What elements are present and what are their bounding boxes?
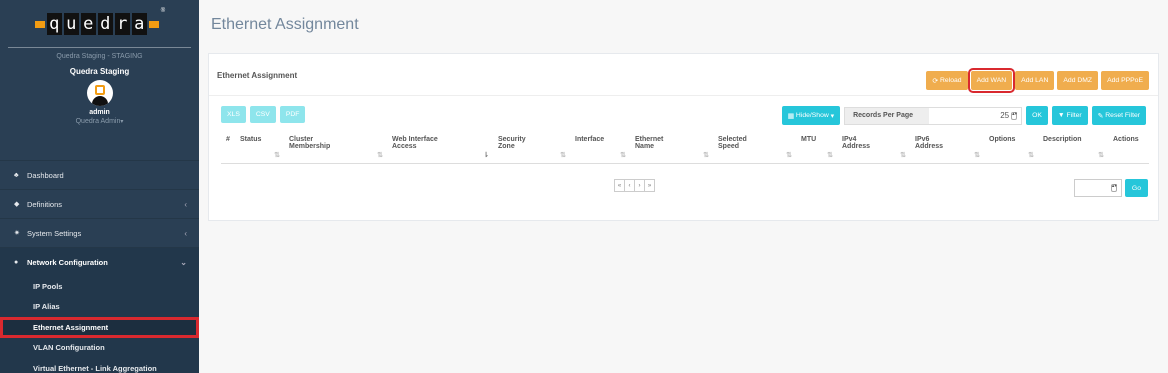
column-header-web-interface-access[interactable]: Web Interface Access ⇂ (387, 133, 493, 164)
sort-icon[interactable]: ⇅ (827, 151, 833, 159)
column-header-ipv6-address[interactable]: IPv6 Address ⇅ (910, 133, 984, 164)
column-header-security-zone[interactable]: Security Zone ⇅ (493, 133, 570, 164)
sidebar-item-vlan-configuration[interactable]: VLAN Configuration (0, 338, 199, 359)
records-per-page-input[interactable]: 25 ▴▾ (929, 108, 1021, 124)
user-role-dropdown[interactable]: Quedra Admin▾ (0, 118, 199, 125)
ethernet-assignment-table: # Status ⇅ Cluster Membership ⇅ Web Interfa… (221, 133, 1149, 164)
ethernet-assignment-panel: Ethernet Assignment ⟳ Reload Add WAN Add… (208, 53, 1159, 221)
column-header-options[interactable]: Options ⇅ (984, 133, 1038, 164)
sort-icon[interactable]: ⇅ (560, 151, 566, 159)
divider (8, 47, 191, 48)
main-content: Ethernet Assignment Ethernet Assignment … (199, 0, 1168, 373)
sort-icon[interactable]: ⇅ (786, 151, 792, 159)
last-page-button[interactable]: » (644, 179, 655, 192)
chevron-down-icon: ⌄ (180, 257, 187, 267)
sort-icon[interactable]: ⇅ (1098, 151, 1104, 159)
column-header-ethernet-name[interactable]: Ethernet Name ⇅ (630, 133, 713, 164)
goto-page-input[interactable]: ▴▾ (1073, 179, 1122, 197)
sidebar-item-system-settings[interactable]: ✷ System Settings ‹ (0, 218, 199, 247)
sidebar-item-dashboard[interactable]: ♣ Dashboard (0, 160, 199, 189)
caret-down-icon: ▾ (828, 112, 835, 120)
sort-icon[interactable]: ⇅ (900, 151, 906, 159)
column-header-cluster-membership[interactable]: Cluster Membership ⇅ (284, 133, 387, 164)
page-title: Ethernet Assignment (211, 16, 359, 33)
avatar[interactable] (86, 80, 113, 106)
globe-icon: ● (14, 258, 19, 266)
table-toolbar: XLS CSV PDF ▦ Hide/Show ▾ Records Per Pa… (221, 106, 1146, 125)
sidebar-item-ip-alias[interactable]: IP Alias (0, 297, 199, 318)
sort-icon[interactable]: ⇅ (620, 151, 626, 159)
sort-icon[interactable]: ⇅ (703, 151, 709, 159)
sort-icon[interactable]: ⇅ (377, 151, 383, 159)
pagination: « ‹ › » (614, 179, 655, 192)
reload-button[interactable]: ⟳ Reload (926, 71, 968, 90)
export-csv-button[interactable]: CSV (249, 106, 276, 123)
network-configuration-submenu: IP Pools IP Alias Ethernet Assignment VL… (0, 276, 199, 373)
hide-show-button[interactable]: ▦ Hide/Show ▾ (781, 106, 841, 125)
chevron-left-icon: ‹ (184, 199, 187, 209)
column-header-status[interactable]: Status ⇅ (235, 133, 284, 164)
export-pdf-button[interactable]: PDF (279, 106, 306, 123)
sidebar-item-ip-pools[interactable]: IP Pools (0, 276, 199, 297)
add-wan-button[interactable]: Add WAN (967, 68, 1016, 93)
sort-icon[interactable]: ⇅ (1028, 151, 1034, 159)
filter-button[interactable]: ▼ Filter (1051, 106, 1088, 125)
filter-icon: ▼ (1057, 112, 1067, 119)
sidebar-menu: ♣ Dashboard ◆ Definitions ‹ ✷ System Set… (0, 160, 199, 373)
user-name: admin (89, 109, 110, 116)
column-header-actions[interactable]: Actions (1108, 133, 1149, 164)
panel-title: Ethernet Assignment (217, 71, 298, 80)
table-controls: ▦ Hide/Show ▾ Records Per Page 25 ▴▾ OK ▼… (781, 106, 1146, 125)
export-buttons: XLS CSV PDF (221, 106, 306, 123)
add-lan-button[interactable]: Add LAN (1015, 71, 1055, 90)
records-per-page-label: Records Per Page (845, 107, 930, 124)
dashboard-icon: ♣ (14, 171, 19, 179)
reset-filter-button[interactable]: ✎ Reset Filter (1091, 106, 1146, 125)
column-header-ipv4-address[interactable]: IPv4 Address ⇅ (837, 133, 910, 164)
sidebar-item-ethernet-assignment[interactable]: Ethernet Assignment (0, 317, 199, 338)
sort-icon[interactable]: ⇅ (274, 151, 280, 159)
sidebar-item-network-configuration[interactable]: ● Network Configuration ⌄ (0, 247, 199, 276)
records-per-page: Records Per Page 25 ▴▾ (844, 106, 1023, 125)
sort-ascending-icon[interactable]: ⇂ (483, 151, 489, 159)
cogs-icon: ✷ (14, 230, 20, 237)
spinner-icon[interactable]: ▴▾ (1110, 184, 1117, 192)
chevron-left-icon: ‹ (184, 228, 187, 238)
table-header-row: # Status ⇅ Cluster Membership ⇅ Web Interfa… (221, 133, 1149, 164)
go-button[interactable]: Go (1124, 179, 1148, 197)
column-header-mtu[interactable]: MTU ⇅ (796, 133, 837, 164)
caret-down-icon: ▾ (120, 119, 124, 125)
column-header-description[interactable]: Description ⇅ (1038, 133, 1108, 164)
column-header-selected-speed[interactable]: Selected Speed ⇅ (713, 133, 796, 164)
goto-page: ▴▾ Go (1073, 179, 1148, 197)
header-button-group: ⟳ Reload Add WAN Add LAN Add DMZ Add PPP… (926, 68, 1149, 93)
refresh-icon: ⟳ (932, 77, 941, 85)
sidebar-item-definitions[interactable]: ◆ Definitions ‹ (0, 189, 199, 218)
quedra-logo[interactable]: q u e d r a ® (34, 8, 165, 38)
column-header-index[interactable]: # (221, 133, 235, 164)
sort-icon[interactable]: ⇅ (974, 151, 980, 159)
column-header-interface[interactable]: Interface ⇅ (570, 133, 630, 164)
organization-name: Quedra Staging (69, 67, 130, 76)
columns-icon: ▦ (787, 112, 796, 120)
panel-header: Ethernet Assignment ⟳ Reload Add WAN Add… (209, 54, 1158, 96)
spinner-icon[interactable]: ▴▾ (1011, 111, 1017, 120)
pencil-icon: ✎ (1097, 112, 1106, 120)
tag-icon: ◆ (14, 201, 20, 208)
logo-area: q u e d r a ® (0, 0, 199, 48)
environment-subtitle: Quedra Staging - STAGING (56, 53, 143, 60)
add-pppoe-button[interactable]: Add PPPoE (1101, 71, 1149, 90)
sidebar-item-virtual-ethernet[interactable]: Virtual Ethernet - Link Aggregation (0, 358, 199, 373)
sidebar: q u e d r a ® Quedra Staging - STAGING Q… (0, 0, 199, 373)
ok-button[interactable]: OK (1026, 106, 1048, 125)
export-xls-button[interactable]: XLS (221, 106, 246, 123)
add-dmz-button[interactable]: Add DMZ (1057, 71, 1099, 90)
